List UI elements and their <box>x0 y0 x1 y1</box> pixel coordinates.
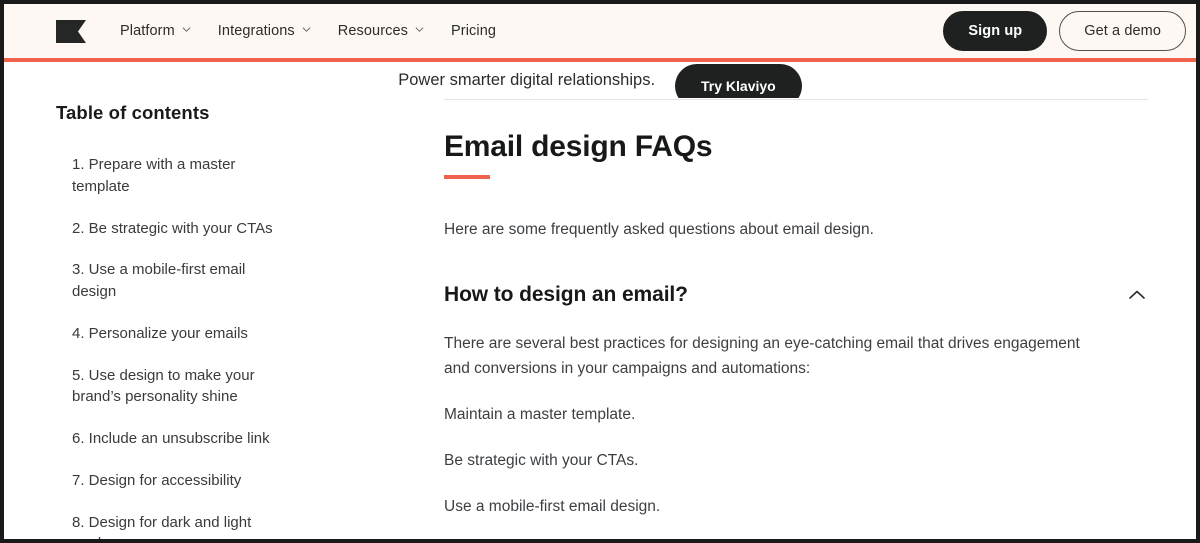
toc-list: 1. Prepare with a master template 2. Be … <box>56 154 384 540</box>
try-klaviyo-button[interactable]: Try Klaviyo <box>675 64 802 98</box>
klaviyo-logo[interactable] <box>56 19 86 43</box>
primary-nav: Platform Integrations Resources Pricing <box>120 23 943 39</box>
page-content: Table of contents 1. Prepare with a mast… <box>4 62 1196 540</box>
section-divider <box>444 99 1148 100</box>
toc-item-6[interactable]: 6. Include an unsubscribe link <box>72 428 287 450</box>
site-header: Platform Integrations Resources Pricing <box>4 4 1196 62</box>
toc-item-8[interactable]: 8. Design for dark and light modes <box>72 512 287 540</box>
table-of-contents: Table of contents 1. Prepare with a mast… <box>4 62 424 540</box>
toc-item-3[interactable]: 3. Use a mobile-first email design <box>72 259 287 303</box>
get-a-demo-button[interactable]: Get a demo <box>1059 11 1186 51</box>
faq-point-3: Use a mobile-first email design. <box>444 498 661 516</box>
nav-item-integrations[interactable]: Integrations <box>218 23 311 39</box>
promo-banner: Power smarter digital relationships. Try… <box>4 62 1196 98</box>
toc-item-2[interactable]: 2. Be strategic with your CTAs <box>72 218 287 240</box>
page-title: Email design FAQs <box>444 130 713 163</box>
page-frame: Platform Integrations Resources Pricing <box>0 0 1200 543</box>
title-accent-underline <box>444 175 490 179</box>
faq-answer-intro: There are several best practices for des… <box>444 335 1080 378</box>
sign-up-button[interactable]: Sign up <box>943 11 1048 51</box>
nav-item-pricing[interactable]: Pricing <box>451 23 496 39</box>
nav-item-platform-label: Platform <box>120 23 175 39</box>
toc-item-5[interactable]: 5. Use design to make your brand’s perso… <box>72 365 287 409</box>
toc-item-7[interactable]: 7. Design for accessibility <box>72 470 287 492</box>
article-main: Email design FAQs Here are some frequent… <box>424 62 1196 539</box>
nav-item-pricing-label: Pricing <box>451 23 497 39</box>
chevron-down-icon <box>182 25 191 34</box>
header-actions: Sign up Get a demo <box>943 11 1186 51</box>
chevron-down-icon <box>302 25 311 34</box>
nav-item-resources-label: Resources <box>337 23 408 39</box>
faq-entry: How to design an email? There are severa… <box>444 283 1148 539</box>
nav-item-integrations-label: Integrations <box>217 23 295 39</box>
faq-question: How to design an email? <box>444 283 688 306</box>
promo-banner-text: Power smarter digital relationships. <box>398 70 656 89</box>
faq-point-2: Be strategic with your CTAs. <box>444 452 639 470</box>
toc-item-4[interactable]: 4. Personalize your emails <box>72 323 287 345</box>
toc-item-1[interactable]: 1. Prepare with a master template <box>72 154 287 198</box>
chevron-down-icon <box>415 25 424 34</box>
faq-intro-text: Here are some frequently asked questions… <box>444 221 874 238</box>
nav-item-platform[interactable]: Platform <box>120 23 191 39</box>
faq-point-1: Maintain a master template. <box>444 406 636 424</box>
nav-item-resources[interactable]: Resources <box>338 23 424 39</box>
chevron-up-icon[interactable] <box>1126 284 1148 306</box>
toc-title: Table of contents <box>56 102 210 123</box>
faq-question-row[interactable]: How to design an email? <box>444 283 1148 307</box>
